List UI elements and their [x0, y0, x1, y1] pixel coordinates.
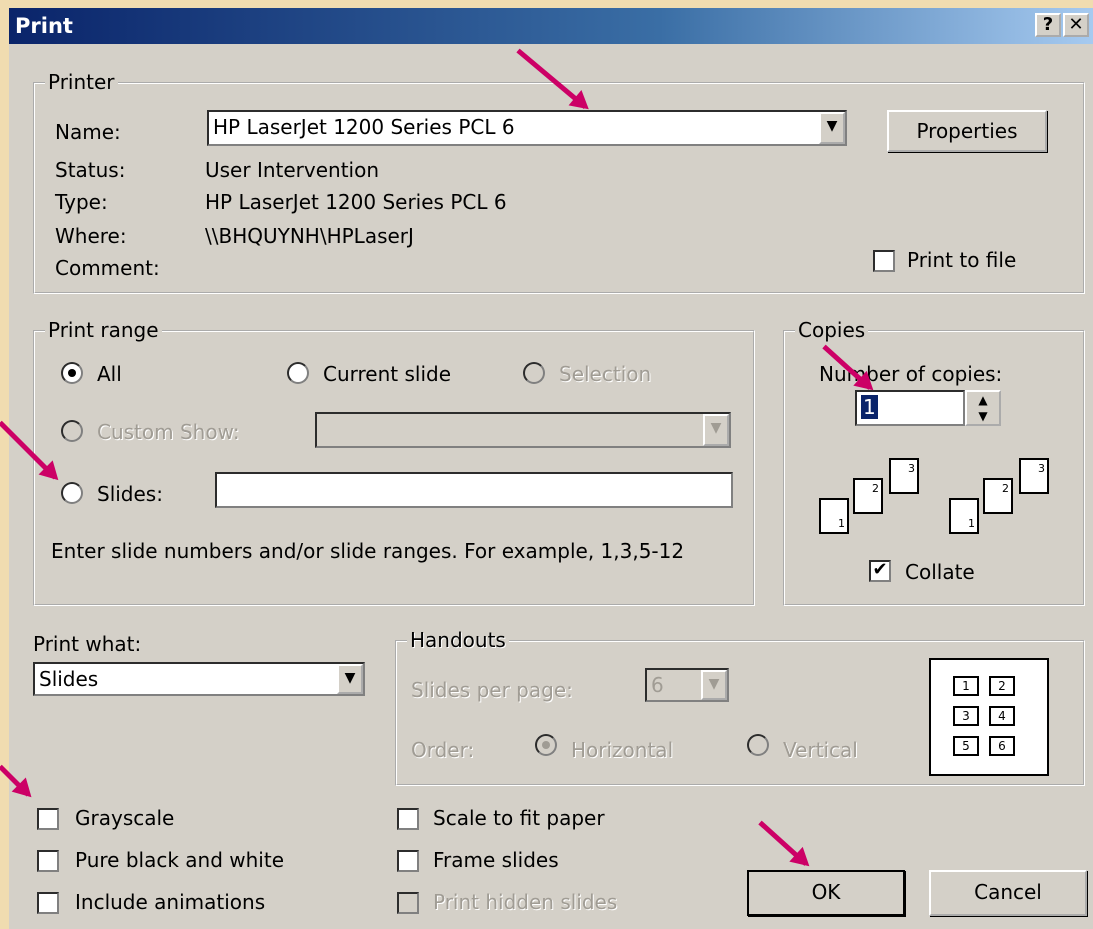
frame-slides-checkbox[interactable]	[397, 850, 419, 872]
status-value: User Intervention	[205, 158, 380, 182]
handout-cell: 1	[953, 676, 979, 696]
name-label: Name:	[55, 120, 121, 144]
scale-to-fit-label: Scale to fit paper	[433, 806, 605, 830]
help-button[interactable]: ?	[1035, 13, 1061, 37]
chevron-down-icon[interactable]: ▼	[701, 670, 727, 700]
frame-slides-label: Frame slides	[433, 848, 559, 872]
collate-page-2b: 2	[983, 478, 1013, 514]
type-label: Type:	[55, 190, 108, 214]
radio-current-slide[interactable]	[287, 362, 309, 384]
custom-show-label: Custom Show:	[97, 420, 240, 444]
radio-custom-show[interactable]	[61, 420, 83, 442]
collate-page-1b: 1	[949, 498, 979, 534]
grayscale-label: Grayscale	[75, 806, 175, 830]
scale-to-fit-checkbox[interactable]	[397, 808, 419, 830]
handout-cell: 2	[989, 676, 1015, 696]
collate-page-1: 1	[819, 498, 849, 534]
selection-label: Selection	[559, 362, 652, 386]
print-range-legend: Print range	[45, 318, 162, 342]
collate-page-2: 2	[853, 478, 883, 514]
handout-cell: 5	[953, 736, 979, 756]
handout-cell: 4	[989, 706, 1015, 726]
slides-per-page-label: Slides per page:	[411, 678, 573, 702]
pure-bw-label: Pure black and white	[75, 848, 284, 872]
print-hidden-label: Print hidden slides	[433, 890, 618, 914]
print-what-label: Print what:	[33, 632, 142, 656]
include-animations-label: Include animations	[75, 890, 266, 914]
chevron-down-icon[interactable]: ▼	[337, 664, 363, 694]
printer-name-value: HP LaserJet 1200 Series PCL 6	[213, 115, 515, 139]
print-what-select[interactable]: Slides ▼	[33, 662, 365, 696]
handouts-legend: Handouts	[407, 628, 509, 652]
copies-input[interactable]: 1	[855, 390, 965, 426]
cancel-button[interactable]: Cancel	[929, 870, 1087, 916]
radio-horizontal[interactable]	[535, 734, 557, 756]
collate-checkbox[interactable]: ✔	[869, 560, 891, 582]
slides-label: Slides:	[97, 482, 163, 506]
order-label: Order:	[411, 738, 475, 762]
collate-page-3b: 3	[1019, 458, 1049, 494]
status-label: Status:	[55, 158, 126, 182]
handout-cell: 6	[989, 736, 1015, 756]
slides-hint: Enter slide numbers and/or slide ranges.…	[51, 539, 685, 563]
printer-legend: Printer	[45, 70, 118, 94]
pure-bw-checkbox[interactable]	[37, 850, 59, 872]
radio-all[interactable]	[61, 362, 83, 384]
horizontal-label: Horizontal	[571, 738, 674, 762]
slides-per-page-value: 6	[651, 673, 664, 697]
copies-legend: Copies	[795, 318, 869, 342]
collate-label: Collate	[905, 560, 975, 584]
where-label: Where:	[55, 224, 127, 248]
dialog-title: Print	[15, 14, 73, 38]
close-button[interactable]: ✕	[1063, 13, 1089, 37]
current-slide-label: Current slide	[323, 362, 452, 386]
collate-page-3: 3	[889, 458, 919, 494]
custom-show-select[interactable]: ▼	[315, 412, 731, 448]
ok-button[interactable]: OK	[747, 870, 905, 916]
printer-name-select[interactable]: HP LaserJet 1200 Series PCL 6 ▼	[207, 110, 847, 146]
print-to-file-checkbox[interactable]	[873, 250, 895, 272]
chevron-down-icon[interactable]: ▼	[819, 112, 845, 144]
slides-input[interactable]	[215, 472, 733, 508]
properties-button[interactable]: Properties	[887, 110, 1047, 152]
radio-selection[interactable]	[523, 362, 545, 384]
chevron-down-icon[interactable]: ▼	[703, 414, 729, 446]
vertical-label: Vertical	[783, 738, 858, 762]
grayscale-checkbox[interactable]	[37, 808, 59, 830]
where-value: \\BHQUYNH\HPLaserJ	[205, 224, 414, 248]
type-value: HP LaserJet 1200 Series PCL 6	[205, 190, 507, 214]
all-label: All	[97, 362, 122, 386]
copies-value: 1	[861, 395, 878, 419]
slides-per-page-select[interactable]: 6 ▼	[645, 668, 729, 702]
print-hidden-checkbox[interactable]	[397, 892, 419, 914]
comment-label: Comment:	[55, 256, 160, 280]
title-bar: Print ? ✕	[9, 8, 1093, 44]
copies-spinner[interactable]: ▲ ▼	[965, 390, 1001, 426]
radio-slides[interactable]	[61, 482, 83, 504]
include-animations-checkbox[interactable]	[37, 892, 59, 914]
print-to-file-label: Print to file	[907, 248, 1017, 272]
handout-layout-preview: 1 2 3 4 5 6	[929, 658, 1049, 776]
print-dialog: Print ? ✕ Printer Name: HP LaserJet 1200…	[9, 8, 1093, 929]
print-what-value: Slides	[39, 667, 99, 691]
handout-cell: 3	[953, 706, 979, 726]
radio-vertical[interactable]	[747, 734, 769, 756]
